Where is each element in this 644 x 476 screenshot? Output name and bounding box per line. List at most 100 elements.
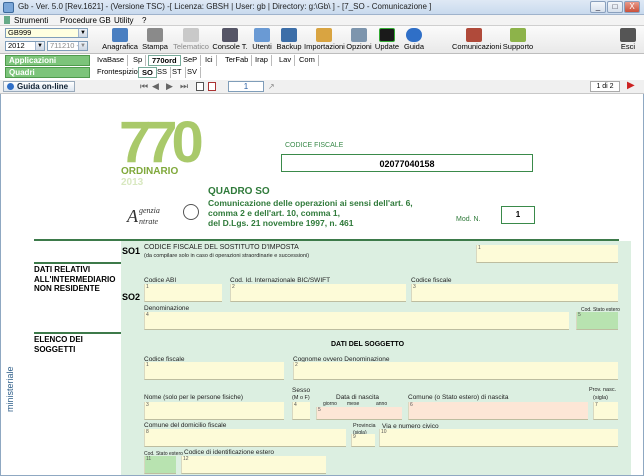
menu-strumenti[interactable]: Strumenti bbox=[14, 16, 48, 25]
anagrafica-button[interactable]: Anagrafica bbox=[102, 26, 138, 54]
maximize-button[interactable]: □ bbox=[607, 1, 623, 13]
stampa-label: Stampa bbox=[142, 42, 168, 51]
telematico-label: Telematico bbox=[173, 42, 209, 51]
close-button[interactable]: X bbox=[624, 1, 640, 13]
page-icon[interactable] bbox=[196, 82, 204, 91]
cf-field[interactable]: 02077040158 bbox=[281, 154, 533, 172]
importazioni-label: Importazioni bbox=[304, 42, 345, 51]
chevron-down-icon: ▼ bbox=[78, 29, 87, 37]
bic-label: Cod. Id. Internazionale BIC/SWIFT bbox=[230, 277, 331, 284]
section-divider bbox=[34, 332, 121, 334]
tab-terfab[interactable]: TerFab bbox=[222, 55, 253, 66]
sect-soggetti: ELENCO DEI SOGGETTI bbox=[34, 335, 83, 354]
tab-sp[interactable]: Sp bbox=[130, 55, 147, 66]
comune-nascita-label: Comune (o Stato estero) di nascita bbox=[408, 394, 509, 401]
nascita-label: Data di nascita bbox=[336, 394, 379, 401]
tab-com[interactable]: Com bbox=[296, 55, 319, 66]
next-page-icon[interactable]: ▶ bbox=[166, 81, 173, 92]
first-page-icon[interactable]: ⏮ bbox=[140, 81, 148, 92]
delete-page-icon[interactable] bbox=[208, 82, 216, 91]
app-icon bbox=[3, 2, 14, 13]
page-count: 1 di 2 bbox=[590, 81, 620, 92]
cf3-field[interactable]: 1 bbox=[144, 362, 284, 380]
guida-online-label: Guida on-line bbox=[17, 82, 69, 91]
menu-utility[interactable]: Utility bbox=[114, 16, 134, 25]
toolbar: GB999 ▼ 2012 ▼ 711210 - ▼ Anagrafica Stampa… bbox=[0, 26, 644, 54]
comunicazioni-button[interactable]: Comunicazioni bbox=[452, 26, 502, 54]
quadro-desc-line-2: comma 2 e dell'art. 10, comma 1, bbox=[208, 208, 340, 218]
supporto-button[interactable]: Supporto bbox=[500, 26, 536, 54]
nome-field[interactable]: 3 bbox=[144, 402, 284, 420]
sect3-line-1: ELENCO DEI bbox=[34, 335, 83, 344]
comune-domicilio-field[interactable]: 8 bbox=[144, 429, 346, 447]
opzioni-button[interactable]: Opzioni bbox=[346, 26, 372, 54]
tab-sv[interactable]: SV bbox=[184, 67, 202, 78]
stato-estero-field[interactable]: 5 bbox=[576, 312, 618, 330]
prov-nasc-field[interactable]: 7 bbox=[593, 402, 618, 420]
via-field[interactable]: 10 bbox=[379, 429, 618, 447]
guida-button[interactable]: Guida bbox=[402, 26, 426, 54]
agency-seal-icon bbox=[183, 204, 199, 220]
support-icon bbox=[510, 28, 526, 42]
minimize-button[interactable]: _ bbox=[590, 1, 606, 13]
tab-irap[interactable]: Irap bbox=[252, 55, 272, 66]
so1-cf-field[interactable]: 1 bbox=[476, 245, 618, 263]
anagrafica-label: Anagrafica bbox=[102, 42, 138, 51]
agency-logo-icon: A bbox=[127, 206, 138, 226]
goto-page-icon[interactable]: ↗ bbox=[268, 82, 275, 91]
cognome-field[interactable]: 2 bbox=[293, 362, 618, 380]
prev-page-icon[interactable]: ◀ bbox=[152, 81, 159, 92]
tab-ici[interactable]: Ici bbox=[202, 55, 217, 66]
utenti-button[interactable]: Utenti bbox=[250, 26, 274, 54]
comune-domicilio-label: Comune del domicilio fiscale bbox=[144, 422, 227, 429]
esci-label: Esci bbox=[620, 42, 636, 51]
denominazione-field[interactable]: 4 bbox=[144, 312, 569, 330]
id-estero-field[interactable]: 12 bbox=[181, 456, 326, 474]
so1-title: CODICE FISCALE DEL SOSTITUTO D'IMPOSTA bbox=[144, 244, 299, 251]
stato-estero2-field[interactable]: 11 bbox=[144, 456, 176, 474]
company-select[interactable]: GB999 ▼ bbox=[5, 28, 88, 38]
menu-help[interactable]: ? bbox=[142, 16, 146, 25]
page-input[interactable]: 1 bbox=[228, 81, 264, 92]
update-button[interactable]: Update bbox=[374, 26, 400, 54]
backup-button[interactable]: Backup bbox=[276, 26, 302, 54]
importazioni-button[interactable]: Importazioni bbox=[304, 26, 345, 54]
provincia-field[interactable]: 9 bbox=[351, 434, 375, 447]
sesso-field[interactable]: 4 bbox=[292, 402, 310, 420]
next-arrow-icon[interactable]: ▶ bbox=[627, 80, 635, 91]
chevron-down-icon: ▼ bbox=[35, 42, 44, 50]
tab-lav[interactable]: Lav bbox=[276, 55, 296, 66]
last-page-icon[interactable]: ⏭ bbox=[180, 81, 188, 92]
telematic-icon bbox=[183, 28, 199, 42]
abi-field[interactable]: 1 bbox=[144, 284, 222, 302]
code-select[interactable]: 711210 - ▼ bbox=[47, 41, 88, 51]
quadri-select[interactable]: Quadri bbox=[5, 67, 90, 78]
comunicazioni-label: Comunicazioni bbox=[452, 42, 502, 51]
opzioni-label: Opzioni bbox=[346, 42, 372, 51]
bic-field[interactable]: 2 bbox=[230, 284, 406, 302]
logo-year: 2013 bbox=[121, 177, 144, 188]
company-select-value: GB999 bbox=[8, 28, 32, 37]
telematico-button[interactable]: Telematico bbox=[172, 26, 210, 54]
tab-770ord[interactable]: 770ord bbox=[148, 55, 181, 66]
nascita-field[interactable]: 5 bbox=[316, 407, 402, 420]
cf2-field[interactable]: 3 bbox=[411, 284, 618, 302]
tab-sep[interactable]: SeP bbox=[180, 55, 202, 66]
tab-frontespizio[interactable]: Frontespizio bbox=[94, 67, 142, 78]
tab-ivabase[interactable]: IvaBase bbox=[94, 55, 129, 66]
stampa-button[interactable]: Stampa bbox=[140, 26, 170, 54]
mod-n-field[interactable]: 1 bbox=[501, 206, 535, 224]
utenti-label: Utenti bbox=[252, 42, 272, 51]
console-button[interactable]: Console T. bbox=[212, 26, 248, 54]
comune-nascita-field[interactable]: 6 bbox=[408, 402, 588, 420]
year-select[interactable]: 2012 ▼ bbox=[5, 41, 45, 51]
applicazioni-select[interactable]: Applicazioni bbox=[5, 55, 90, 66]
cf-label: CODICE FISCALE bbox=[285, 142, 344, 149]
guida-online-button[interactable]: Guida on-line bbox=[3, 81, 75, 92]
console-icon bbox=[222, 28, 238, 42]
quadro-title: QUADRO SO bbox=[208, 186, 270, 197]
menu-procedure-gb[interactable]: Procedure GB bbox=[60, 16, 111, 25]
esci-button[interactable]: Esci bbox=[616, 26, 640, 54]
quadri-tabs: Frontespizio SO SS ST SV bbox=[94, 67, 244, 78]
application-tabs: IvaBase Sp 770ord SeP Ici TerFab Irap La… bbox=[94, 55, 344, 66]
